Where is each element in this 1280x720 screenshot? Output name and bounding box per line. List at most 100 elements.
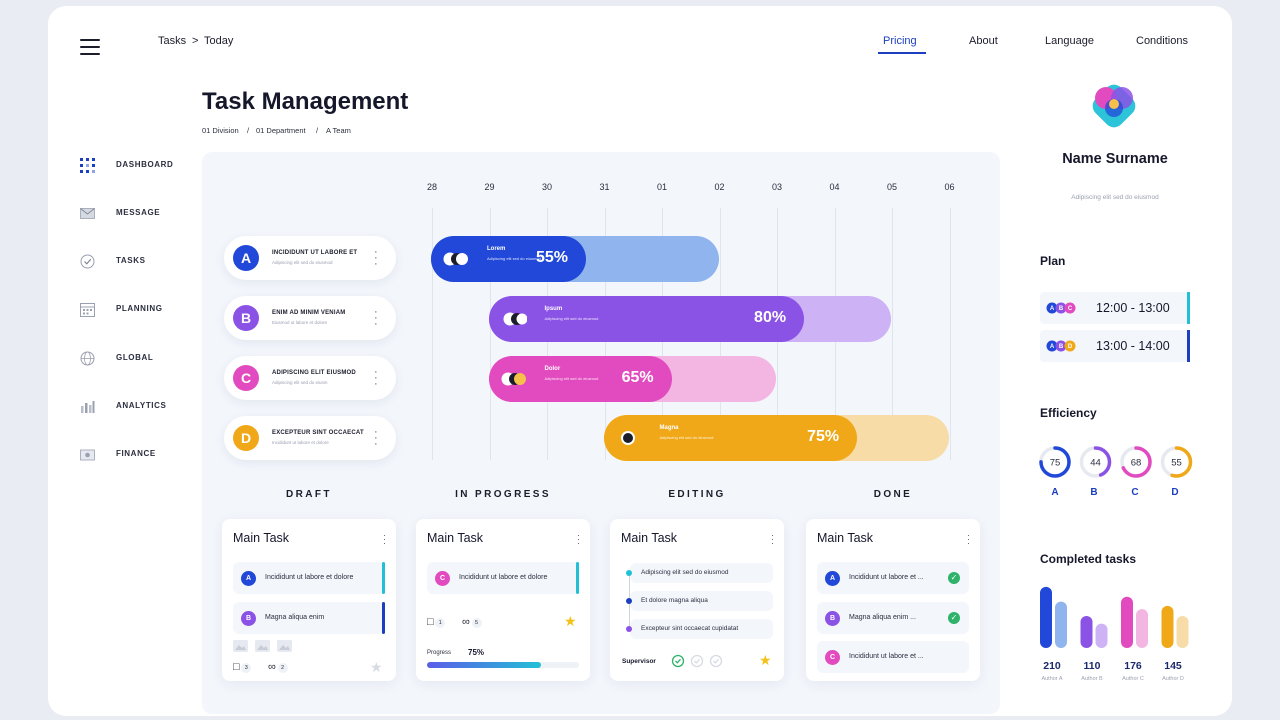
sidebar-item-analytics[interactable]: ANALYTICS [80,397,190,417]
more-options-icon[interactable]: · · · [374,307,378,330]
crumb-division[interactable]: 01 Division [202,126,239,135]
kanban-card-editing[interactable]: Main Task · · · Adipiscing elit sed do eiu… [610,519,784,681]
sidebar-item-label: FINANCE [116,449,156,458]
gantt-bar-ipsum[interactable]: Ipsum Adipiscing elit sed do eiusmod 80% [488,296,891,342]
sidebar-item-global[interactable]: GLOBAL [80,349,190,369]
crumb-team[interactable]: A Team [326,126,351,135]
completed-bar-secondary-2 [1095,623,1108,648]
nav-about[interactable]: About [969,35,998,47]
task-row-c[interactable]: C ADIPISCING ELIT EIUSMOD Adipiscing eli… [224,356,396,400]
paperclip-icon: ∞ [462,616,470,628]
completed-value-d: 145 [1164,660,1182,672]
gantt-bar-magna[interactable]: Magna Adipiscing elit sed do eiusmod 75% [603,415,949,461]
hamburger-menu-icon[interactable] [80,39,100,55]
sidebar-item-label: DASHBOARD [116,160,174,169]
kanban-card-draft[interactable]: Main Task · · · A Incididunt ut labore et … [222,519,396,681]
attachment-count[interactable]: ∞ 2 [268,661,288,674]
gantt-bar-percent: 65% [621,369,654,386]
sidebar-item-tasks[interactable]: TASKS [80,252,190,272]
timeline-day-label: 03 [771,182,782,192]
sidebar-item-planning[interactable]: PLANNING [80,300,190,320]
item-accent [382,562,385,594]
supervisor-label: Supervisor [622,658,656,665]
comment-count-value: 1 [435,618,446,629]
nav-language[interactable]: Language [1045,35,1094,47]
gantt-bar-name: Ipsum [544,306,563,312]
list-item[interactable]: A Incididunt ut labore et ... ✓ [817,562,969,594]
kanban-card-in-progress[interactable]: Main Task · · · C Incididunt ut labore et … [416,519,590,681]
star-icon[interactable]: ★ [759,652,772,669]
card-title: Main Task [817,531,874,545]
more-options-icon[interactable]: · · · [374,367,378,390]
more-options-icon[interactable]: · · · [383,531,386,548]
task-badge: A [233,245,259,271]
plan-row[interactable]: A B C 12:00 - 13:00 [1040,292,1190,324]
kanban-card-done[interactable]: Main Task · · · A Incididunt ut labore et … [806,519,980,681]
timeline-day-label: 01 [656,182,667,192]
breadcrumb-today[interactable]: Today [204,35,233,47]
profile-name: Name Surname [1062,151,1168,167]
more-options-icon[interactable]: · · · [967,531,970,548]
sidebar-item-dashboard[interactable]: DASHBOARD [80,156,190,176]
wallet-icon [80,449,95,461]
list-item[interactable]: C Incididunt ut labore et dolore [427,562,579,594]
list-item[interactable]: Excepteur sint occaecat cupidatat [626,619,773,639]
task-row-b[interactable]: B ENIM AD MINIM VENIAM Eiusmod ut labore… [224,296,396,340]
list-item[interactable]: B Magna aliqua enim [233,602,385,634]
completed-value-a: 210 [1043,660,1061,672]
nav-pricing[interactable]: Pricing [883,35,917,47]
more-options-icon[interactable]: · · · [374,247,378,270]
comment-icon: □ [233,661,240,673]
plan-accent [1187,330,1190,362]
breadcrumb-tasks[interactable]: Tasks [158,35,186,47]
status-dot [626,570,632,576]
comment-count-value: 3 [241,663,252,674]
sidebar-item-finance[interactable]: FINANCE [80,445,190,465]
comment-icon: □ [427,616,434,628]
plan-row[interactable]: A B D 13:00 - 14:00 [1040,330,1190,362]
list-item[interactable]: A Incididunt ut labore et dolore [233,562,385,594]
comment-count[interactable]: □ 3 [233,661,252,674]
completed-author-b: Author B [1081,676,1103,682]
image-placeholder-icon[interactable] [233,640,303,654]
item-label: Magna aliqua enim [265,614,325,621]
paperclip-icon: ∞ [268,661,276,673]
sidebar-item-message[interactable]: MESSAGE [80,204,190,224]
list-item[interactable]: C Incididunt ut labore et ... [817,641,969,673]
completed-bar-1 [1040,586,1052,648]
avatar-group-icon: A B C [1046,302,1076,314]
attachment-count[interactable]: ∞ 5 [462,616,482,629]
gantt-bar-desc: Adipiscing elit sed do eiusmod [487,256,541,261]
task-row-d[interactable]: D EXCEPTEUR SINT OCCAECAT Incididunt ut … [224,416,396,460]
svg-text:B: B [1059,306,1064,312]
task-title: EXCEPTEUR SINT OCCAECAT [272,430,364,436]
nav-conditions[interactable]: Conditions [1136,35,1188,47]
star-icon[interactable]: ★ [564,613,577,630]
more-options-icon[interactable]: · · · [771,531,774,548]
star-icon[interactable]: ★ [370,659,383,676]
gantt-bar-percent: 80% [754,309,787,326]
crumb-department[interactable]: 01 Department [256,126,306,135]
list-item[interactable]: Et dolore magna aliqua [626,591,773,611]
check-icon: ✓ [948,612,960,624]
approval-check-icon[interactable] [671,654,723,668]
more-options-icon[interactable]: · · · [577,531,580,548]
list-item[interactable]: B Magna aliqua enim ... ✓ [817,602,969,634]
gantt-bar-progress: Dolor Adipiscing elit sed do eiusmod 65% [488,356,672,402]
gantt-bar-dolor[interactable]: Dolor Adipiscing elit sed do eiusmod 65% [488,356,776,402]
item-badge: B [241,611,256,626]
completed-value-b: 110 [1083,660,1101,672]
task-badge: C [233,365,259,391]
gantt-bar-lorem[interactable]: Lorem Adipiscing elit sed do eiusmod 55% [431,236,719,282]
task-title: ADIPISCING ELIT EIUSMOD [272,370,356,376]
task-row-a[interactable]: A INCIDIDUNT UT LABORE ET Adipiscing eli… [224,236,396,280]
svg-text:B: B [1059,344,1064,350]
list-item[interactable]: Adipiscing elit sed do eiusmod [626,563,773,583]
column-header-in-progress: IN PROGRESS [455,489,551,500]
column-header-editing: EDITING [668,489,726,500]
svg-text:A: A [1050,306,1055,312]
timeline-day-label: 31 [599,182,610,192]
more-options-icon[interactable]: · · · [374,427,378,450]
item-label: Excepteur sint occaecat cupidatat [641,625,739,632]
comment-count[interactable]: □ 1 [427,616,446,629]
